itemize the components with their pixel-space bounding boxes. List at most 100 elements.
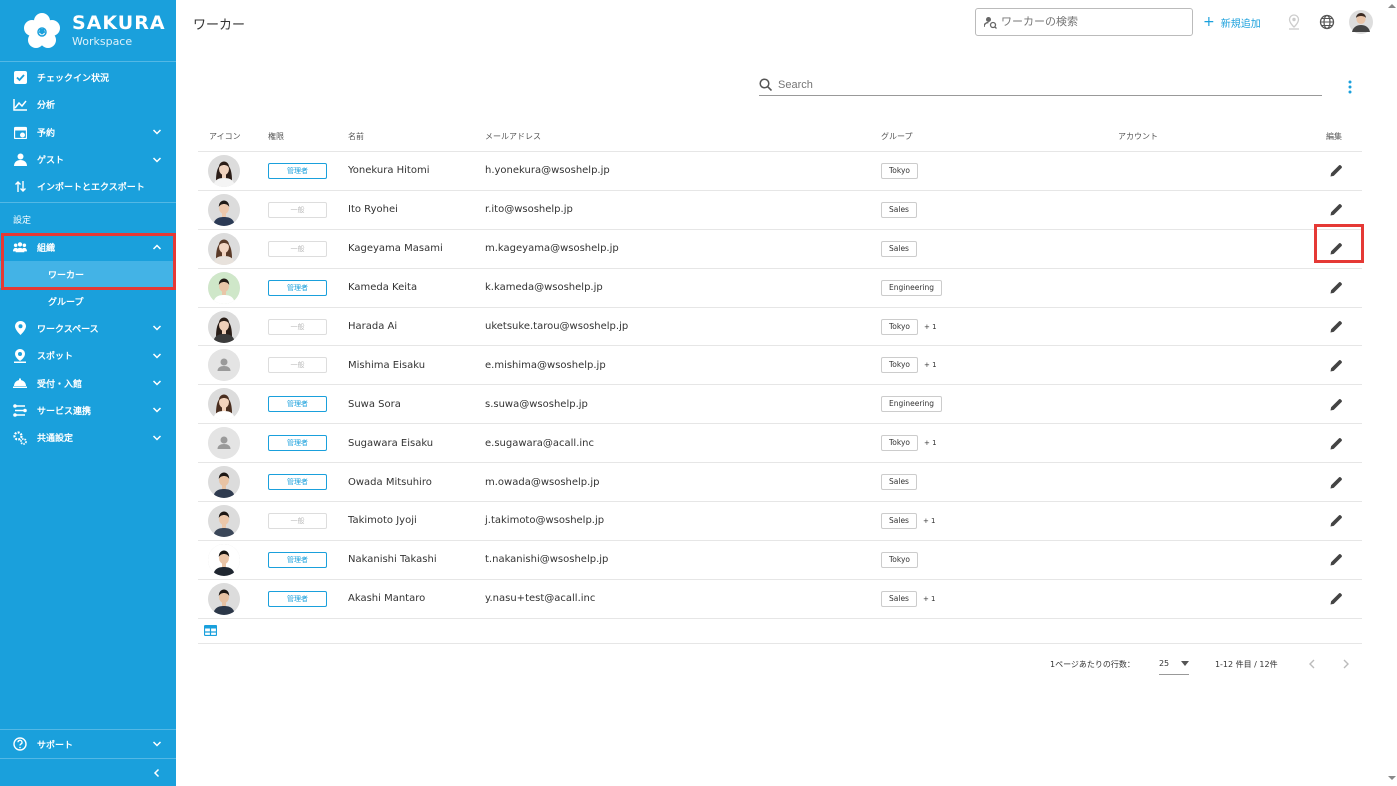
- calendar-icon: [13, 125, 27, 139]
- chevron-left-icon: [153, 768, 160, 777]
- table-row[interactable]: 管理者 Yonekura Hitomi h.yonekura@wsoshelp.jp…: [198, 152, 1362, 191]
- edit-pencil-icon[interactable]: [1326, 433, 1346, 453]
- table-search-field[interactable]: [759, 74, 1322, 96]
- worker-name: Harada Ai: [348, 321, 398, 332]
- nav-guests[interactable]: ゲスト: [0, 146, 176, 173]
- table-row[interactable]: 一般 Mishima Eisaku e.mishima@wsoshelp.jp Tok…: [198, 346, 1362, 386]
- edit-pencil-icon[interactable]: [1326, 161, 1346, 181]
- nav-reservations[interactable]: 予約: [0, 119, 176, 146]
- worker-name: Kageyama Masami: [348, 243, 443, 255]
- more-groups-count: + 1: [924, 322, 937, 331]
- group-chip: Tokyo: [881, 551, 918, 568]
- nav-common-settings[interactable]: 共通設定: [0, 424, 176, 451]
- table-header: アイコン 権限 名前 メールアドレス グループ アカウント 編集: [198, 122, 1362, 152]
- gears-icon: [13, 431, 27, 445]
- group-chip: Engineering: [881, 396, 942, 413]
- column-header-role[interactable]: 権限: [268, 131, 348, 142]
- column-header-name[interactable]: 名前: [348, 131, 485, 142]
- column-header-group[interactable]: グループ: [881, 131, 1118, 142]
- table-row[interactable]: 管理者 Owada Mitsuhiro m.owada@wsoshelp.jp Sal…: [198, 463, 1362, 503]
- table-row[interactable]: 一般 Takimoto Jyoji j.takimoto@wsoshelp.jp Sa…: [198, 502, 1362, 541]
- nav-label: スポット: [37, 352, 74, 363]
- column-header-account[interactable]: アカウント: [1118, 131, 1292, 142]
- page-scrollbar[interactable]: [1387, 0, 1397, 786]
- role-badge: 管理者: [268, 474, 327, 491]
- nav-import-export[interactable]: インポートとエクスポート: [0, 173, 176, 200]
- worker-name: Mishima Eisaku: [348, 359, 426, 371]
- rows-per-page-label: 1ページあたりの行数：: [1050, 659, 1135, 669]
- avatar: [208, 310, 240, 343]
- avatar: [208, 543, 240, 576]
- edit-pencil-icon[interactable]: [1326, 394, 1346, 414]
- edit-pencil-icon[interactable]: [1326, 472, 1346, 492]
- nav-analytics[interactable]: 分析: [0, 91, 176, 118]
- nav-organization[interactable]: 組織: [0, 233, 176, 260]
- scroll-down-icon[interactable]: [1387, 774, 1397, 782]
- worker-email: y.nasu+test@acall.inc: [485, 593, 596, 605]
- table-footer: [198, 619, 1362, 644]
- group-chip: Sales: [881, 512, 917, 529]
- nav-sub-workers[interactable]: ワーカー: [0, 260, 176, 288]
- more-groups-count: + 1: [922, 594, 936, 603]
- group-chip: Engineering: [881, 279, 942, 296]
- rows-per-page-value: 25: [1158, 659, 1170, 668]
- rows-per-page-select[interactable]: 25: [1158, 653, 1189, 675]
- nav-support[interactable]: サポート: [0, 729, 176, 758]
- worker-search-box[interactable]: [975, 8, 1193, 36]
- role-badge: 一般: [268, 240, 327, 257]
- table-view-icon[interactable]: [204, 625, 217, 637]
- add-new-button[interactable]: + 新規追加: [1203, 14, 1261, 30]
- edit-pencil-icon[interactable]: [1326, 589, 1346, 609]
- worker-name: Takimoto Jyoji: [348, 515, 417, 527]
- table-row[interactable]: 管理者 Suwa Sora s.suwa@wsoshelp.jp Engineerin…: [198, 385, 1362, 425]
- logo[interactable]: SAKURA Workspace: [0, 0, 176, 62]
- collapse-sidebar-button[interactable]: [0, 758, 176, 786]
- prev-page-button[interactable]: [1304, 656, 1320, 672]
- role-badge: 管理者: [268, 590, 327, 607]
- more-options-icon[interactable]: [1342, 79, 1358, 95]
- group-chip: Tokyo: [881, 357, 918, 374]
- help-circle-icon: [13, 737, 27, 751]
- role-badge: 一般: [268, 357, 327, 374]
- page-title: ワーカー: [193, 18, 246, 33]
- location-user-icon[interactable]: [1284, 12, 1304, 32]
- nav-label: サービス連携: [37, 406, 92, 417]
- table-row[interactable]: 管理者 Nakanishi Takashi t.nakanishi@wsoshelp…: [198, 541, 1362, 580]
- worker-search-input[interactable]: [1001, 16, 1181, 28]
- avatar: [208, 349, 240, 382]
- edit-pencil-icon[interactable]: [1326, 511, 1346, 531]
- chevron-left-icon: [1308, 659, 1315, 669]
- table-search-input[interactable]: [778, 78, 920, 91]
- group-chip: Sales: [881, 201, 917, 218]
- table-row[interactable]: 一般 Harada Ai uketsuke.tarou@wsoshelp.jp Tok…: [198, 308, 1362, 347]
- edit-pencil-icon[interactable]: [1326, 355, 1346, 375]
- group-chip: Tokyo: [881, 435, 918, 452]
- next-page-button[interactable]: [1338, 656, 1354, 672]
- table-row[interactable]: 管理者 Akashi Mantaro y.nasu+test@acall.inc Sa…: [198, 580, 1362, 619]
- worker-name: Nakanishi Takashi: [348, 554, 437, 566]
- nav-sub-groups[interactable]: グループ: [0, 288, 176, 315]
- column-header-email[interactable]: メールアドレス: [485, 131, 881, 142]
- chevron-down-icon: [152, 325, 162, 331]
- edit-pencil-icon[interactable]: [1326, 200, 1346, 220]
- nav-spot[interactable]: スポット: [0, 342, 176, 369]
- globe-icon[interactable]: [1317, 12, 1337, 32]
- user-avatar[interactable]: [1349, 10, 1373, 34]
- table-row[interactable]: 一般 Ito Ryohei r.ito@wsoshelp.jp Sales: [198, 191, 1362, 230]
- nav-checkin-status[interactable]: チェックイン状況: [0, 64, 176, 91]
- scroll-up-icon[interactable]: [1387, 2, 1397, 10]
- nav-service-integration[interactable]: サービス連携: [0, 397, 176, 424]
- table-row[interactable]: 管理者 Sugawara Eisaku e.sugawara@acall.inc To…: [198, 424, 1362, 464]
- table-row[interactable]: 管理者 Kameda Keita k.kameda@wsoshelp.jp Engin…: [198, 269, 1362, 308]
- nav-workspace[interactable]: ワークスペース: [0, 315, 176, 342]
- avatar: [208, 504, 240, 537]
- edit-pencil-icon[interactable]: [1326, 317, 1346, 337]
- table-row[interactable]: 一般 Kageyama Masami m.kageyama@wsoshelp.jp S…: [198, 230, 1362, 269]
- column-header-icon: アイコン: [209, 132, 241, 141]
- nav-reception[interactable]: 受付・入館: [0, 369, 176, 396]
- worker-email: e.sugawara@acall.inc: [485, 437, 595, 449]
- app-subtitle: Workspace: [72, 35, 133, 48]
- edit-pencil-icon[interactable]: [1326, 550, 1346, 570]
- edit-pencil-icon[interactable]: [1326, 278, 1346, 298]
- edit-pencil-icon[interactable]: [1326, 239, 1346, 259]
